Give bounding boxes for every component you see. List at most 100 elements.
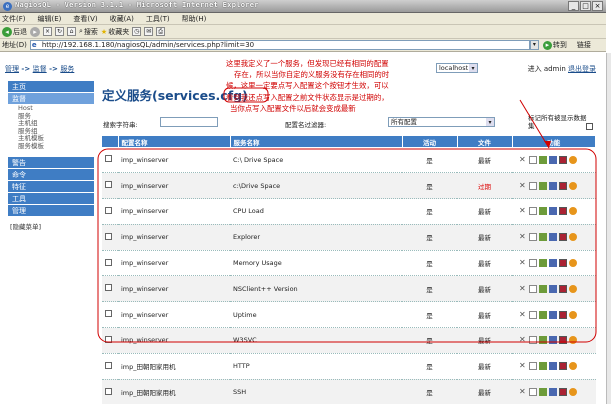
copy-icon[interactable] xyxy=(529,388,537,397)
modify-icon[interactable]: ✕ xyxy=(519,388,527,396)
search-input[interactable] xyxy=(160,117,218,127)
copy-icon[interactable] xyxy=(529,207,537,216)
sidebar-item-tools[interactable]: 工具 xyxy=(8,192,94,205)
delete-icon[interactable] xyxy=(539,207,547,216)
header-service-name[interactable]: 服务名称 xyxy=(230,136,403,147)
close-button[interactable]: × xyxy=(592,1,603,11)
write-config-icon[interactable] xyxy=(559,233,567,242)
modify-icon[interactable]: ✕ xyxy=(519,362,527,370)
warning-icon[interactable] xyxy=(569,310,577,319)
info-icon[interactable] xyxy=(549,336,557,345)
sidebar-item-home[interactable]: 主页 xyxy=(8,81,94,93)
modify-icon[interactable]: ✕ xyxy=(519,155,527,164)
warning-icon[interactable] xyxy=(569,336,577,345)
mark-all-checkbox[interactable] xyxy=(586,123,593,130)
copy-icon[interactable] xyxy=(529,181,537,190)
copy-icon[interactable] xyxy=(529,336,537,345)
copy-icon[interactable] xyxy=(529,362,537,371)
write-config-icon[interactable] xyxy=(559,155,567,164)
print-icon[interactable]: ⎙ xyxy=(156,27,166,36)
address-input[interactable]: http://192.168.1.180/nagiosQL/admin/serv… xyxy=(29,40,530,50)
delete-icon[interactable] xyxy=(539,233,547,242)
info-icon[interactable] xyxy=(549,284,557,293)
config-filter-select[interactable]: 所有配置 xyxy=(388,117,495,127)
write-config-icon[interactable] xyxy=(559,259,567,268)
copy-icon[interactable] xyxy=(529,259,537,268)
go-button[interactable]: ▸ 转到 xyxy=(542,40,567,50)
modify-icon[interactable]: ✕ xyxy=(519,207,527,215)
modify-icon[interactable]: ✕ xyxy=(519,181,527,190)
info-icon[interactable] xyxy=(549,388,557,397)
warning-icon[interactable] xyxy=(569,233,577,242)
favorites-button[interactable]: ★ 收藏夹 xyxy=(101,27,129,37)
menu-help[interactable]: 帮助(H) xyxy=(182,14,207,24)
info-icon[interactable] xyxy=(549,259,557,268)
info-icon[interactable] xyxy=(549,310,557,319)
row-checkbox[interactable] xyxy=(105,284,112,292)
logout-link[interactable]: 退出登录 xyxy=(568,65,596,73)
row-checkbox[interactable] xyxy=(105,232,112,240)
modify-icon[interactable]: ✕ xyxy=(519,284,527,293)
modify-icon[interactable]: ✕ xyxy=(519,310,527,319)
menu-view[interactable]: 查看(V) xyxy=(73,14,97,24)
warning-icon[interactable] xyxy=(569,181,577,190)
breadcrumb-manage[interactable]: 管理 xyxy=(5,65,19,73)
sidebar-item-commands[interactable]: 命令 xyxy=(8,168,94,181)
warning-icon[interactable] xyxy=(569,284,577,293)
delete-icon[interactable] xyxy=(539,388,547,397)
sidebar-sub-service-templates[interactable]: 服务模板 xyxy=(8,142,94,151)
delete-icon[interactable] xyxy=(539,259,547,268)
hide-menu-link[interactable]: [隐藏菜单] xyxy=(8,221,94,231)
row-checkbox[interactable] xyxy=(105,335,112,343)
modify-icon[interactable]: ✕ xyxy=(519,259,527,267)
history-icon[interactable]: ◷ xyxy=(132,27,142,36)
modify-icon[interactable]: ✕ xyxy=(519,336,527,344)
header-config-name[interactable]: 配置名称 xyxy=(118,136,231,147)
links-button[interactable]: 链接 xyxy=(577,40,591,50)
delete-icon[interactable] xyxy=(539,310,547,319)
write-config-icon[interactable] xyxy=(559,336,567,345)
copy-icon[interactable] xyxy=(529,284,537,293)
row-checkbox[interactable] xyxy=(105,361,112,369)
search-button[interactable]: ⌕ 搜索 xyxy=(79,27,98,37)
home-icon[interactable]: ⌂ xyxy=(67,27,76,36)
row-checkbox[interactable] xyxy=(105,387,112,395)
write-config-icon[interactable] xyxy=(559,310,567,319)
sidebar-item-admin[interactable]: 管理 xyxy=(8,204,94,217)
write-config-icon[interactable] xyxy=(559,181,567,190)
row-checkbox[interactable] xyxy=(105,206,112,214)
page-scrollbar[interactable] xyxy=(606,53,611,404)
forward-arrow-icon[interactable]: ▸ xyxy=(30,26,40,37)
warning-icon[interactable] xyxy=(569,155,577,164)
info-icon[interactable] xyxy=(549,155,557,164)
back-button[interactable]: ◂ 后退 xyxy=(2,26,27,37)
breadcrumb-monitor[interactable]: 监督 xyxy=(33,65,47,73)
refresh-icon[interactable]: ↻ xyxy=(55,27,64,36)
delete-icon[interactable] xyxy=(539,336,547,345)
row-checkbox[interactable] xyxy=(105,258,112,266)
minimize-button[interactable]: _ xyxy=(568,1,579,11)
warning-icon[interactable] xyxy=(569,362,577,371)
delete-icon[interactable] xyxy=(539,284,547,293)
copy-icon[interactable] xyxy=(529,233,537,242)
sidebar-item-alerts[interactable]: 警告 xyxy=(8,156,94,169)
info-icon[interactable] xyxy=(549,233,557,242)
menu-file[interactable]: 文件(F) xyxy=(2,14,26,24)
maximize-button[interactable]: □ xyxy=(580,1,591,11)
delete-icon[interactable] xyxy=(539,181,547,190)
modify-icon[interactable]: ✕ xyxy=(519,233,527,241)
row-checkbox[interactable] xyxy=(105,155,112,163)
stop-icon[interactable]: × xyxy=(43,27,52,36)
write-config-icon[interactable] xyxy=(559,284,567,293)
info-icon[interactable] xyxy=(549,181,557,190)
row-checkbox[interactable] xyxy=(105,310,112,318)
info-icon[interactable] xyxy=(549,207,557,216)
mail-icon[interactable]: ✉ xyxy=(144,27,154,36)
sidebar-item-features[interactable]: 特征 xyxy=(8,180,94,193)
copy-icon[interactable] xyxy=(529,155,537,164)
write-config-icon[interactable] xyxy=(559,207,567,216)
info-icon[interactable] xyxy=(549,362,557,371)
delete-icon[interactable] xyxy=(539,155,547,164)
menu-edit[interactable]: 编辑(E) xyxy=(38,14,62,24)
copy-icon[interactable] xyxy=(529,310,537,319)
